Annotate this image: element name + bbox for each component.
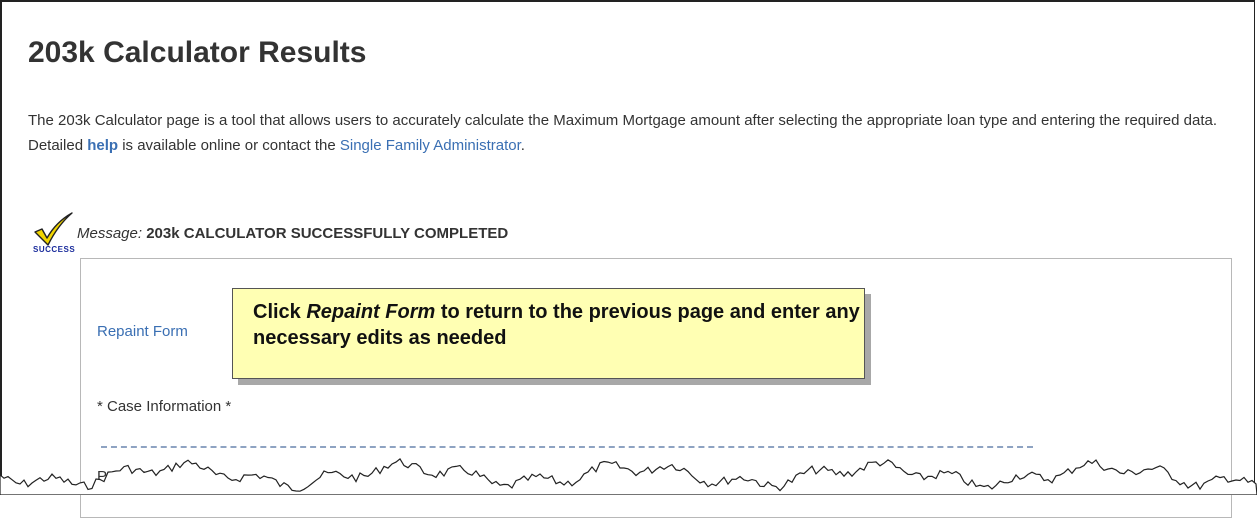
message-text: 203k CALCULATOR SUCCESSFULLY COMPLETED <box>146 225 509 242</box>
page-title: 203k Calculator Results <box>28 36 367 69</box>
help-link[interactable]: help <box>87 137 118 154</box>
instruction-callout: Click Repaint Form to return to the prev… <box>232 288 865 379</box>
intro-text-3: . <box>520 137 525 154</box>
torn-edge <box>0 458 1257 495</box>
callout-emphasis: Repaint Form <box>306 301 436 323</box>
intro-text-2: is available online or contact the <box>118 137 340 154</box>
checkmark-icon <box>34 212 73 246</box>
section-divider <box>101 446 1033 448</box>
callout-prefix: Click <box>253 301 307 323</box>
single-family-administrator-link[interactable]: Single Family Administrator <box>340 137 521 154</box>
case-information-heading: * Case Information * <box>97 398 232 415</box>
success-icon-label: SUCCESS <box>33 245 76 254</box>
repaint-form-link[interactable]: Repaint Form <box>97 323 188 340</box>
status-message: Message: 203k CALCULATOR SUCCESSFULLY CO… <box>77 225 508 242</box>
message-label: Message: <box>77 225 143 242</box>
intro-paragraph: The 203k Calculator page is a tool that … <box>28 108 1238 158</box>
success-check-icon: SUCCESS <box>32 212 76 258</box>
